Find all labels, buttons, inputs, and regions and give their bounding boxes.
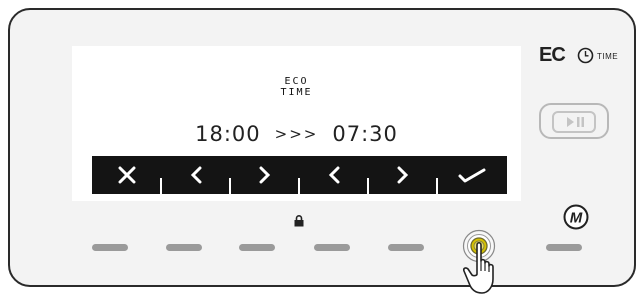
play-pause-icon	[567, 117, 584, 127]
end-time-decrease-button[interactable]	[299, 156, 368, 194]
hard-key-2[interactable]	[166, 244, 202, 251]
chevron-left-icon	[328, 166, 339, 184]
logo-time-text: TIME	[597, 52, 619, 61]
chevron-right-icon	[397, 166, 408, 184]
screen-title-line2: TIME	[280, 87, 313, 98]
close-icon	[118, 166, 135, 184]
mode-button[interactable]: M	[563, 204, 589, 230]
end-time-increase-button[interactable]	[368, 156, 437, 194]
mode-button-label: M	[570, 210, 583, 227]
cancel-button[interactable]	[92, 156, 161, 194]
lock-icon	[294, 215, 304, 227]
logo-eco-text: EC	[539, 44, 566, 66]
start-time-increase-button[interactable]	[230, 156, 299, 194]
start-time-decrease-button[interactable]	[161, 156, 230, 194]
hard-key-3[interactable]	[239, 244, 275, 251]
end-time: 07:30	[332, 122, 398, 146]
start-time: 18:00	[195, 122, 261, 146]
display-screen: ECO TIME 18:00 >>> 07:30	[72, 46, 521, 201]
control-panel: ECO TIME 18:00 >>> 07:30 EC TIME M	[8, 8, 636, 294]
hard-key-7[interactable]	[546, 244, 582, 251]
confirm-button[interactable]	[437, 156, 506, 194]
check-icon	[458, 168, 485, 183]
screen-title-line1: ECO	[284, 76, 309, 87]
time-range: 18:00 >>> 07:30	[72, 122, 521, 146]
hard-key-5[interactable]	[388, 244, 424, 251]
chevron-left-icon	[190, 166, 201, 184]
clock-icon	[577, 47, 594, 64]
play-pause-frame	[552, 111, 596, 133]
chevron-right-icon	[259, 166, 270, 184]
hard-key-1[interactable]	[92, 244, 128, 251]
finger-press-icon	[463, 241, 494, 294]
hard-key-4[interactable]	[314, 244, 350, 251]
range-arrows: >>>	[274, 125, 319, 143]
soft-key-bar	[92, 156, 507, 194]
play-pause-button[interactable]	[539, 103, 609, 139]
